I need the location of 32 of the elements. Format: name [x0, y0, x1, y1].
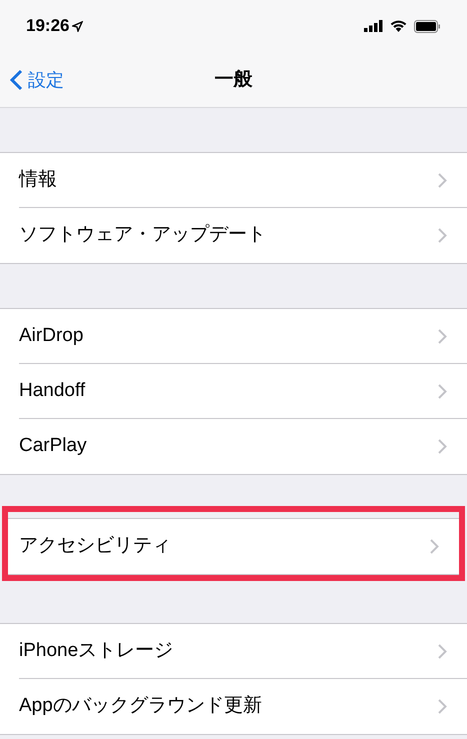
row-label: アクセシビリティ: [19, 534, 172, 558]
chevron-icon: [438, 699, 447, 714]
settings-row[interactable]: CarPlay: [0, 419, 467, 474]
back-button[interactable]: 設定: [0, 66, 64, 94]
row-label: AirDrop: [19, 324, 84, 348]
row-label: Appのバックグラウンド更新: [19, 694, 263, 718]
chevron-icon: [438, 439, 447, 454]
chevron-icon: [438, 328, 447, 344]
row-label: CarPlay: [19, 434, 88, 458]
settings-row[interactable]: Appのバックグラウンド更新: [0, 679, 467, 734]
settings-row[interactable]: ソフトウェア・アップデート: [0, 208, 467, 263]
settings-row[interactable]: iPhoneストレージ: [0, 624, 467, 679]
settings-row[interactable]: AirDrop: [0, 309, 467, 364]
chevron-icon: [438, 384, 447, 398]
chevron-icon: [438, 644, 447, 658]
signal-icon: [364, 20, 384, 32]
row-label: iPhoneストレージ: [19, 638, 174, 663]
settings-row[interactable]: Handoff: [0, 364, 467, 419]
settings-row[interactable]: 情報: [0, 153, 467, 208]
row-label: 情報: [19, 168, 58, 192]
row-label: Handoff: [19, 378, 86, 403]
chevron-icon: [430, 539, 439, 554]
wifi-icon: [390, 20, 407, 32]
chevron-icon: [438, 172, 447, 188]
location-icon: [72, 20, 84, 32]
back-chevron-icon: [10, 69, 23, 91]
chevron-icon: [438, 228, 447, 243]
settings-row[interactable]: アクセシビリティ: [8, 519, 459, 574]
status-time: 19:26: [26, 15, 70, 38]
row-label: ソフトウェア・アップデート: [19, 223, 267, 248]
nav-title: 一般: [214, 68, 252, 92]
battery-icon: [414, 20, 441, 32]
